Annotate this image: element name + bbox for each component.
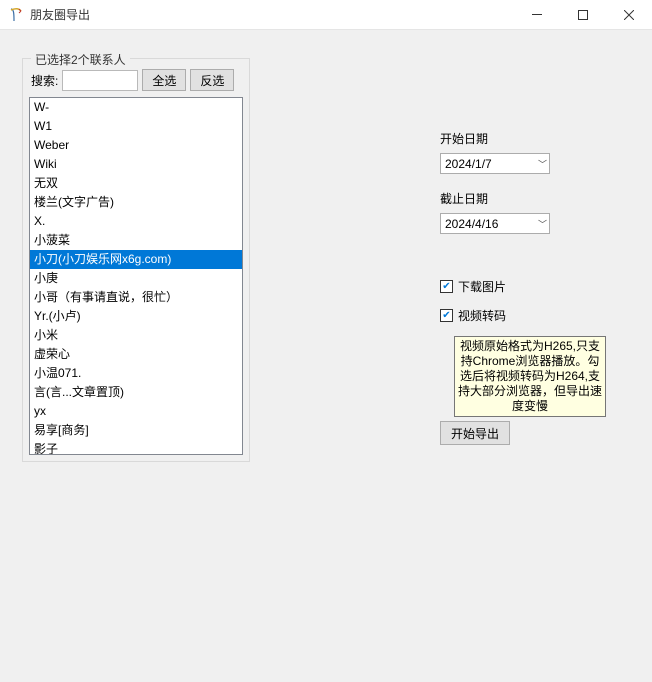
left-pane: 已选择2个联系人 搜索: 全选 反选 W-W1WeberWiki无双楼兰(文字广… [22,48,250,664]
list-item[interactable]: 小庚 [30,269,242,288]
list-item[interactable]: X. [30,212,242,231]
list-item[interactable]: 言(言...文章置顶) [30,383,242,402]
group-title: 已选择2个联系人 [31,51,130,68]
end-date-label: 截止日期 [440,190,630,207]
list-item[interactable]: W- [30,98,242,117]
chevron-down-icon: ﹀ [538,157,547,170]
list-item[interactable]: 小菠菜 [30,231,242,250]
end-date-combo[interactable]: 2024/4/16 ﹀ [440,213,550,234]
chevron-down-icon: ﹀ [538,217,547,230]
export-button[interactable]: 开始导出 [440,421,510,445]
start-date-label: 开始日期 [440,130,630,147]
list-item[interactable]: 小哥（有事请直说，很忙） [30,288,242,307]
select-all-button[interactable]: 全选 [142,69,186,91]
list-item[interactable]: 小温071. [30,364,242,383]
start-date-combo[interactable]: 2024/1/7 ﹀ [440,153,550,174]
maximize-button[interactable] [560,0,606,29]
search-input[interactable] [62,70,138,91]
list-item[interactable]: 易享[商务] [30,421,242,440]
titlebar-text: 朋友圈导出 [30,6,514,23]
list-item[interactable]: Wiki [30,155,242,174]
minimize-button[interactable] [514,0,560,29]
list-item[interactable]: 小刀(小刀娱乐网x6g.com) [30,250,242,269]
search-row: 搜索: 全选 反选 [29,69,243,91]
list-item[interactable]: 无双 [30,174,242,193]
list-item[interactable]: Yr.(小卢) [30,307,242,326]
list-item[interactable]: yx [30,402,242,421]
start-date-value: 2024/1/7 [445,157,492,171]
window-body: 已选择2个联系人 搜索: 全选 反选 W-W1WeberWiki无双楼兰(文字广… [0,30,652,682]
close-button[interactable] [606,0,652,29]
window-controls [514,0,652,29]
list-item[interactable]: 虚荣心 [30,345,242,364]
list-item[interactable]: 影子 [30,440,242,455]
list-item[interactable]: Weber [30,136,242,155]
app-icon [8,7,24,23]
download-images-label: 下载图片 [458,278,506,295]
right-pane: 开始日期 2024/1/7 ﹀ 截止日期 2024/4/16 ﹀ 下载图片 视频… [250,48,630,664]
video-transcode-checkbox[interactable] [440,309,453,322]
contacts-listbox[interactable]: W-W1WeberWiki无双楼兰(文字广告)X.小菠菜小刀(小刀娱乐网x6g.… [29,97,243,455]
list-item[interactable]: 楼兰(文字广告) [30,193,242,212]
video-transcode-label: 视频转码 [458,307,506,324]
invert-select-button[interactable]: 反选 [190,69,234,91]
end-date-value: 2024/4/16 [445,217,498,231]
contacts-group: 已选择2个联系人 搜索: 全选 反选 W-W1WeberWiki无双楼兰(文字广… [22,58,250,462]
video-transcode-row[interactable]: 视频转码 [440,307,630,324]
download-images-checkbox[interactable] [440,280,453,293]
titlebar: 朋友圈导出 [0,0,652,30]
download-images-row[interactable]: 下载图片 [440,278,630,295]
list-item[interactable]: 小米 [30,326,242,345]
video-transcode-tooltip: 视频原始格式为H265,只支持Chrome浏览器播放。勾选后将视频转码为H264… [454,336,606,417]
list-item[interactable]: W1 [30,117,242,136]
search-label: 搜索: [31,72,58,89]
